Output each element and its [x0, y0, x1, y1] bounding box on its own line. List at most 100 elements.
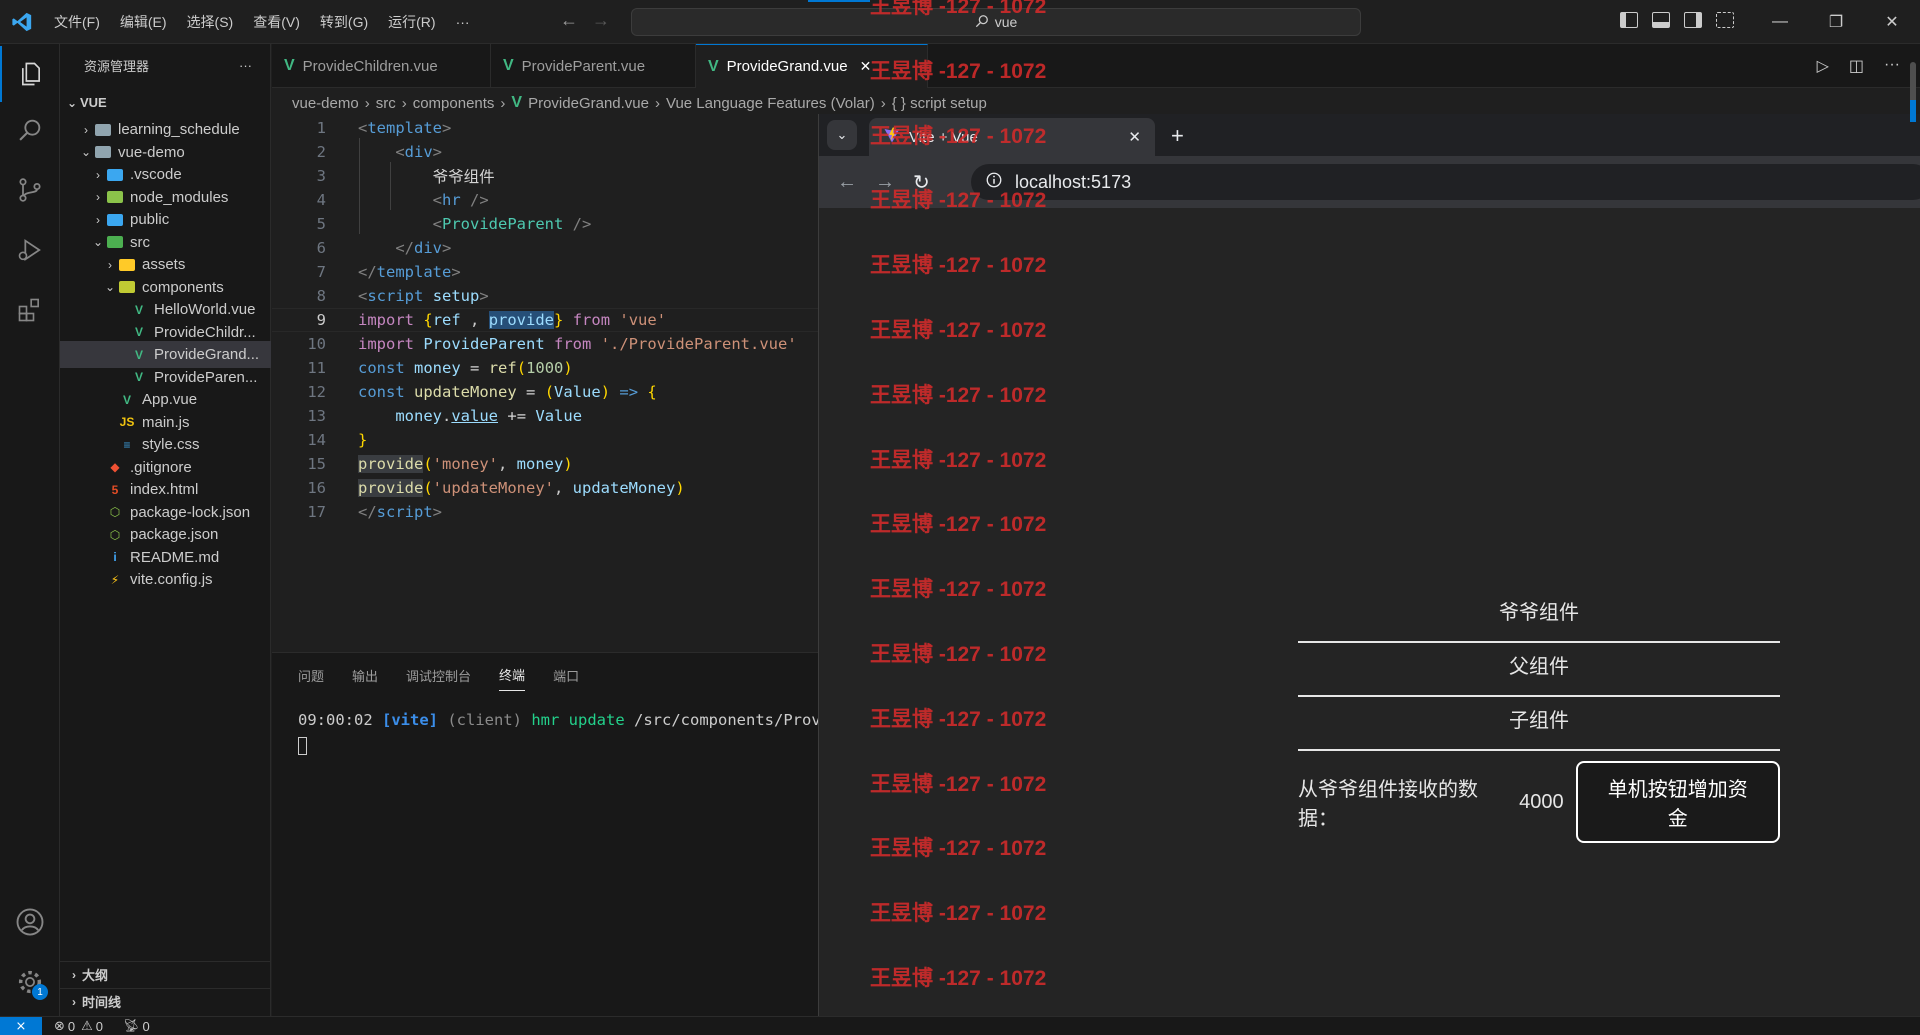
- tree-item-label: .gitignore: [130, 458, 192, 476]
- breadcrumb-item[interactable]: { } script setup: [892, 95, 987, 112]
- watermark-text: 王昱博 -127 - 1072: [870, 643, 1047, 666]
- code-line: 3 爷爷组件: [272, 164, 818, 188]
- tree-item-label: main.js: [142, 413, 190, 431]
- tree-item-label: HelloWorld.vue: [154, 301, 256, 318]
- restore-icon[interactable]: ❐: [1808, 0, 1864, 44]
- code-line: 16 provide('updateMoney', updateMoney): [272, 476, 818, 500]
- toggle-panel-icon[interactable]: [1652, 12, 1670, 28]
- terminal-output[interactable]: 09:00:02 [vite] (client) hmr update /src…: [298, 711, 839, 729]
- minimize-icon[interactable]: —: [1752, 0, 1808, 44]
- search-view-icon[interactable]: [0, 102, 60, 158]
- tab-provide-children[interactable]: V ProvideChildren.vue: [272, 44, 491, 88]
- explorer-icon[interactable]: [0, 46, 60, 102]
- menu-run[interactable]: 运行(R): [378, 0, 445, 44]
- vue-file-icon: V: [134, 302, 143, 317]
- watermark-text: 王昱博 -127 - 1072: [870, 189, 1047, 213]
- chevron-right-icon: ›: [84, 122, 88, 137]
- tree-item-label: vite.config.js: [130, 571, 213, 588]
- code-editor[interactable]: 1 <template> 2 <div> 3 爷爷组件 4 <hr /> 5 <P…: [272, 114, 818, 650]
- watermark-text: 王昱博 -127 - 1072: [870, 837, 1047, 861]
- code-line: 6 </div>: [272, 236, 818, 260]
- tree-file[interactable]: ⚡ vite.config.js: [60, 566, 271, 593]
- css-file-icon: ≡: [123, 437, 131, 452]
- tree-item-label: ProvideGrand...: [154, 346, 260, 363]
- panel-tab-debug-console[interactable]: 调试控制台: [406, 666, 471, 685]
- address-bar[interactable]: localhost:5173: [971, 164, 1920, 200]
- settings-gear-icon[interactable]: 1: [0, 954, 60, 1010]
- error-icon[interactable]: ⊗: [54, 1018, 65, 1034]
- close-tab-icon[interactable]: ✕: [1128, 128, 1141, 146]
- run-icon[interactable]: ▷: [1817, 56, 1829, 76]
- git-file-icon: ◆: [110, 460, 120, 474]
- breadcrumb-item[interactable]: vue-demo: [292, 95, 359, 112]
- menu-selection[interactable]: 选择(S): [177, 0, 244, 44]
- accounts-icon[interactable]: [0, 894, 60, 950]
- panel-tab-problems[interactable]: 问题: [298, 666, 324, 685]
- menu-more[interactable]: ···: [446, 0, 480, 44]
- panel-tab-ports[interactable]: 端口: [553, 666, 579, 685]
- remote-indicator-icon[interactable]: ⨯: [0, 1016, 42, 1035]
- tree-item-label: ProvideChildr...: [154, 323, 256, 341]
- menu-go[interactable]: 转到(G): [310, 0, 378, 44]
- error-count[interactable]: 0: [68, 1019, 75, 1034]
- browser-back-icon[interactable]: ←: [837, 171, 857, 194]
- menu-edit[interactable]: 编辑(E): [110, 0, 177, 44]
- tab-provide-parent[interactable]: V ProvideParent.vue: [491, 44, 696, 88]
- tab-search-chevron-icon[interactable]: ⌄: [827, 120, 857, 150]
- run-debug-icon[interactable]: [0, 222, 60, 278]
- explorer-sidebar: 资源管理器 ··· ⌄ VUE › learning_schedule ⌄ vue-d…: [60, 44, 271, 1016]
- toggle-secondary-sidebar-icon[interactable]: [1684, 12, 1702, 28]
- menu-view[interactable]: 查看(V): [243, 0, 310, 44]
- panel-tab-terminal[interactable]: 终端: [499, 665, 526, 691]
- code-line: 15 provide('money', money): [272, 452, 818, 476]
- explorer-more-icon[interactable]: ···: [239, 58, 252, 73]
- split-editor-icon[interactable]: ◫: [1849, 56, 1864, 76]
- new-tab-icon[interactable]: +: [1171, 123, 1184, 149]
- line-number: 5: [316, 215, 326, 233]
- explorer-header: 资源管理器 ···: [60, 44, 270, 86]
- code-line: 5 <ProvideParent />: [272, 212, 818, 236]
- ports-count[interactable]: 0: [143, 1019, 150, 1034]
- breadcrumb-item[interactable]: src: [376, 95, 396, 112]
- menu-file[interactable]: 文件(F): [44, 0, 110, 44]
- warning-icon[interactable]: ⚠: [81, 1018, 93, 1034]
- folder-icon: [106, 234, 124, 250]
- forward-arrow-icon[interactable]: →: [592, 10, 610, 31]
- child-title: 子组件: [1509, 710, 1569, 732]
- breadcrumb-item[interactable]: ProvideGrand.vue: [528, 95, 649, 112]
- code-line: 7 </template>: [272, 260, 818, 284]
- settings-badge: 1: [32, 984, 48, 1000]
- breadcrumb-item[interactable]: components: [413, 95, 495, 112]
- terminal-time: 09:00:02: [298, 711, 373, 729]
- line-number: 7: [316, 263, 326, 281]
- folder-icon: [118, 279, 136, 295]
- line-number: 9: [316, 311, 326, 329]
- receive-row: 从爷爷组件接收的数据： 4000 单机按钮增加资金: [1298, 761, 1780, 843]
- terminal-hmr: hmr update: [531, 711, 625, 729]
- close-window-icon[interactable]: ✕: [1864, 0, 1920, 44]
- folder-icon: [118, 257, 136, 273]
- source-control-icon[interactable]: [0, 162, 60, 218]
- customize-layout-icon[interactable]: [1716, 12, 1734, 28]
- activity-bar: 1: [0, 44, 60, 1016]
- workspace-root[interactable]: ⌄ VUE: [60, 89, 271, 116]
- extensions-icon[interactable]: [0, 282, 60, 338]
- more-actions-icon[interactable]: ···: [1884, 56, 1900, 76]
- back-arrow-icon[interactable]: ←: [560, 10, 578, 31]
- warning-count[interactable]: 0: [96, 1019, 103, 1034]
- ports-icon[interactable]: 📡︎: [123, 1018, 140, 1034]
- editor-tabs: V ProvideChildren.vue V ProvideParent.vu…: [272, 44, 1920, 88]
- add-money-button[interactable]: 单机按钮增加资金: [1575, 761, 1780, 843]
- chevron-down-icon: ⌄: [92, 235, 104, 249]
- title-progress-bar: [808, 0, 870, 2]
- timeline-section[interactable]: › 时间线: [60, 988, 271, 1014]
- chevron-right-icon: ›: [108, 257, 112, 272]
- breadcrumb-item[interactable]: Vue Language Features (Volar): [666, 95, 875, 112]
- chevron-right-icon: ›: [72, 967, 76, 982]
- panel-tab-output[interactable]: 输出: [352, 666, 378, 685]
- outline-section[interactable]: › 大纲: [60, 961, 271, 987]
- folder-shape: [119, 258, 135, 271]
- toggle-sidebar-icon[interactable]: [1620, 12, 1638, 28]
- tree-item-label: learning_schedule: [118, 121, 240, 138]
- line-number: 4: [316, 191, 326, 209]
